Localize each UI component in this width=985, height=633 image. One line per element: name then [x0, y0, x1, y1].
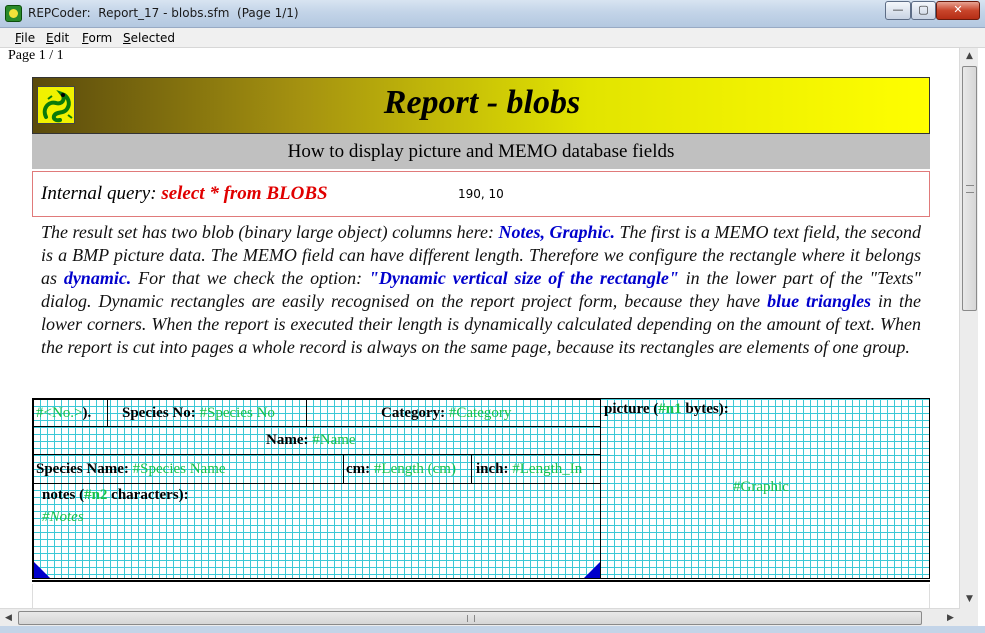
inch-label: inch:: [476, 461, 513, 477]
horizontal-scroll-thumb[interactable]: [18, 611, 922, 625]
query-coords: 190, 10: [458, 187, 504, 201]
page-indicator: Page 1 / 1: [8, 48, 64, 63]
species-name-label: Species Name:: [36, 461, 133, 477]
query-box: Internal query: select * from BLOBS 190,…: [32, 171, 930, 217]
horizontal-scrollbar[interactable]: ◀ ▶: [0, 608, 960, 626]
menu-form[interactable]: Form: [82, 31, 112, 45]
desc-part: The result set has two blob (binary larg…: [41, 222, 499, 242]
size-grip: [960, 608, 978, 626]
species-no-field: #Species No: [199, 405, 275, 421]
maximize-button[interactable]: ▢: [911, 1, 936, 20]
description-text: The result set has two blob (binary larg…: [41, 221, 921, 391]
notes-label-a: notes (: [42, 487, 85, 503]
desc-part: For that we check the option:: [131, 268, 369, 288]
report-title: Report - blobs: [383, 84, 581, 121]
scroll-right-icon[interactable]: ▶: [942, 609, 959, 627]
name-label: Name:: [266, 432, 313, 448]
report-subtitle: How to display picture and MEMO database…: [32, 134, 930, 169]
window-title: REPCoder: Report_17 - blobs.sfm (Page 1/…: [28, 6, 299, 20]
close-button[interactable]: ✕: [936, 1, 980, 20]
no-cell[interactable]: #<No.>).: [33, 399, 108, 427]
record-design-grid: #<No.>). Species No: #Species No Categor…: [32, 398, 930, 579]
species-name-field: #Species Name: [132, 461, 226, 477]
category-cell[interactable]: Category: #Category: [306, 399, 601, 427]
vertical-scrollbar[interactable]: ▲ ▼: [959, 48, 978, 608]
no-field: #<No.>: [36, 405, 83, 421]
query-label: Internal query: select * from BLOBS: [41, 183, 328, 205]
grip-icon: [966, 185, 974, 193]
picture-count: #n1: [658, 401, 682, 417]
vertical-scroll-thumb[interactable]: [962, 66, 977, 311]
no-suffix: ).: [82, 405, 92, 421]
category-label: Category:: [381, 405, 449, 421]
dynamic-triangle-right-icon: [584, 562, 600, 578]
picture-cell[interactable]: picture (#n1 bytes): #Graphic: [600, 399, 930, 579]
menu-file[interactable]: File: [15, 31, 35, 45]
report-banner: Report - blobs: [32, 77, 930, 134]
window-bottom-edge: [0, 626, 985, 633]
cm-label: cm:: [346, 461, 374, 477]
menu-edit[interactable]: Edit: [46, 31, 69, 45]
picture-label-b: bytes):: [681, 401, 729, 417]
name-field: #Name: [312, 432, 356, 448]
graphic-field: #Graphic: [733, 479, 789, 495]
menu-selected[interactable]: Selected: [123, 31, 175, 45]
menu-bar: File Edit Form Selected: [0, 28, 985, 48]
species-no-cell[interactable]: Species No: #Species No: [107, 399, 307, 427]
grip-icon: [467, 615, 475, 622]
notes-field: #Notes: [42, 509, 84, 525]
notes-label-b: characters):: [107, 487, 189, 503]
page-bottom: [32, 584, 930, 608]
query-value: select * from BLOBS: [161, 183, 328, 204]
band-separator: [32, 580, 930, 582]
desc-highlight: "Dynamic vertical size of the rectangle": [368, 268, 679, 288]
app-icon: [5, 5, 22, 22]
category-field: #Category: [448, 405, 512, 421]
scroll-up-icon[interactable]: ▲: [960, 48, 979, 65]
cm-field: #Length (cm): [373, 461, 456, 477]
inch-cell[interactable]: inch: #Length_In: [471, 454, 601, 484]
scroll-down-icon[interactable]: ▼: [960, 591, 979, 608]
picture-label-a: picture (: [604, 401, 659, 417]
desc-highlight: dynamic.: [63, 268, 132, 288]
species-no-label: Species No:: [122, 405, 200, 421]
dynamic-triangle-left-icon: [34, 562, 50, 578]
cm-cell[interactable]: cm: #Length (cm): [343, 454, 472, 484]
scroll-left-icon[interactable]: ◀: [0, 609, 17, 627]
desc-highlight: Notes, Graphic.: [498, 222, 616, 242]
inch-field: #Length_In: [512, 461, 583, 477]
desc-highlight: blue triangles: [767, 291, 872, 311]
title-bar: REPCoder: Report_17 - blobs.sfm (Page 1/…: [0, 0, 985, 28]
query-label-text: Internal query:: [41, 183, 162, 204]
name-cell[interactable]: Name: #Name: [33, 426, 601, 455]
minimize-button[interactable]: —: [885, 1, 911, 20]
notes-count: #n2: [84, 487, 108, 503]
species-name-cell[interactable]: Species Name: #Species Name: [33, 454, 344, 484]
notes-cell[interactable]: notes (#n2 characters): #Notes: [33, 483, 601, 579]
